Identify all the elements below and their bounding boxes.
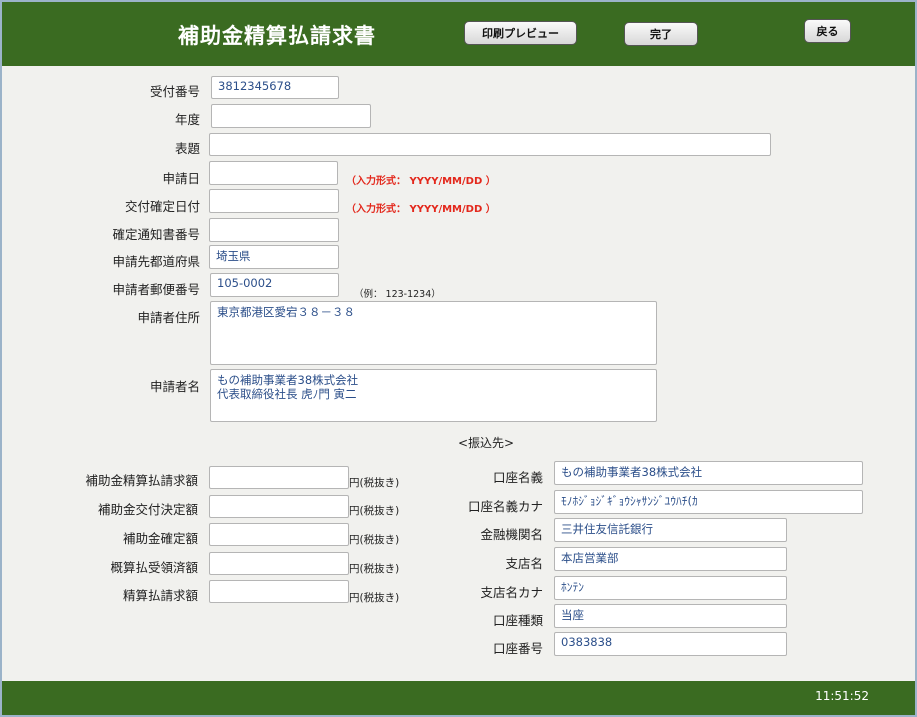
- address-textarea[interactable]: 東京都港区愛宕３８－３８: [210, 301, 657, 365]
- branch-name-label: 支店名: [505, 556, 543, 571]
- branch-name-input[interactable]: 本店営業部: [554, 547, 787, 571]
- receipt-no-label: 受付番号: [149, 84, 200, 99]
- bank-name-label: 金融機関名: [480, 527, 543, 542]
- amount-input[interactable]: [209, 580, 349, 603]
- transfer-destination-heading: <振込先>: [458, 436, 515, 450]
- application-date-input[interactable]: [209, 161, 338, 185]
- account-type-label: 口座種類: [492, 613, 543, 628]
- decision-date-input[interactable]: [209, 189, 339, 213]
- decision-date-label: 交付確定日付: [124, 199, 200, 214]
- postal-code-label: 申請者郵便番号: [112, 282, 200, 297]
- amount-label: 精算払請求額: [122, 588, 198, 603]
- account-holder-kana-input[interactable]: ﾓﾉﾎｼﾞｮｼﾞｷﾞｮｳｼｬｻﾝｼﾞﾕｳﾊﾁ(ｶ: [554, 490, 863, 514]
- account-number-input[interactable]: 0383838: [554, 632, 787, 656]
- applicant-name-textarea[interactable]: もの補助事業者38株式会社 代表取締役社長 虎ﾉ門 寅二: [210, 369, 657, 422]
- subject-input[interactable]: [209, 133, 771, 156]
- decision-date-format-hint: （入力形式： YYYY/MM/DD ）: [346, 204, 496, 215]
- amount-unit: 円(税抜き): [349, 563, 400, 575]
- fiscal-year-input[interactable]: [211, 104, 371, 128]
- postal-code-input[interactable]: 105-0002: [210, 273, 339, 297]
- postal-code-example-hint: （例： 123-1234）: [354, 289, 441, 300]
- notice-no-label: 確定通知書番号: [112, 227, 200, 242]
- application-date-format-hint: （入力形式： YYYY/MM/DD ）: [346, 176, 496, 187]
- amount-input[interactable]: [209, 466, 349, 489]
- address-label: 申請者住所: [137, 310, 200, 325]
- account-holder-label: 口座名義: [492, 470, 543, 485]
- amount-unit: 円(税抜き): [349, 592, 400, 604]
- prefecture-input[interactable]: 埼玉県: [209, 245, 339, 269]
- complete-button[interactable]: 完了: [624, 22, 698, 46]
- notice-no-input[interactable]: [209, 218, 339, 242]
- amount-unit: 円(税抜き): [349, 505, 400, 517]
- account-number-label: 口座番号: [492, 641, 543, 656]
- amount-unit: 円(税抜き): [349, 534, 400, 546]
- account-type-input[interactable]: 当座: [554, 604, 787, 628]
- amount-unit: 円(税抜き): [349, 477, 400, 489]
- amount-label: 補助金精算払請求額: [85, 473, 198, 488]
- bank-name-input[interactable]: 三井住友信託銀行: [554, 518, 787, 542]
- amount-input[interactable]: [209, 523, 349, 546]
- subject-label: 表題: [174, 141, 200, 156]
- application-date-label: 申請日: [162, 171, 200, 186]
- branch-name-kana-input[interactable]: ﾎﾝﾃﾝ: [554, 576, 787, 600]
- receipt-no-input[interactable]: 3812345678: [211, 76, 339, 99]
- amount-label: 概算払受領済額: [110, 560, 198, 575]
- applicant-name-label: 申請者名: [149, 379, 200, 394]
- prefecture-label: 申請先都道府県: [112, 254, 200, 269]
- amount-input[interactable]: [209, 552, 349, 575]
- account-holder-input[interactable]: もの補助事業者38株式会社: [554, 461, 863, 485]
- footer-bar: 11:51:52: [2, 681, 915, 715]
- amount-label: 補助金交付決定額: [97, 502, 198, 517]
- back-button[interactable]: 戻る: [804, 19, 851, 43]
- fiscal-year-label: 年度: [174, 112, 200, 127]
- print-preview-button[interactable]: 印刷プレビュー: [464, 21, 577, 45]
- account-holder-kana-label: 口座名義カナ: [467, 499, 543, 514]
- header-bar: 補助金精算払請求書 印刷プレビュー 完了 戻る: [2, 2, 915, 66]
- amount-label: 補助金確定額: [122, 531, 198, 546]
- amount-input[interactable]: [209, 495, 349, 518]
- clock-time: 11:51:52: [815, 689, 869, 703]
- page-title: 補助金精算払請求書: [178, 24, 376, 48]
- branch-name-kana-label: 支店名カナ: [480, 585, 543, 600]
